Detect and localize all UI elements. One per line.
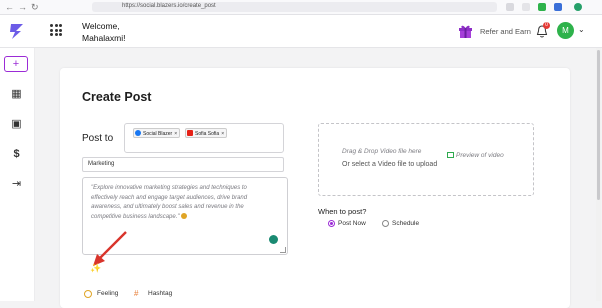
video-dropzone[interactable]: Drag & Drop Video file here Or select a … (318, 123, 534, 196)
resize-handle[interactable] (280, 247, 286, 253)
ai-magic-wand-icon[interactable]: ✨ (90, 263, 101, 274)
topic-input[interactable]: Marketing (82, 157, 284, 172)
extension-icon[interactable] (554, 3, 562, 11)
smiley-icon[interactable] (84, 290, 92, 298)
welcome-user-name: Mahalaxmi! (82, 33, 126, 43)
app-header: Welcome, Mahalaxmi! Refer and Earn 0 M ⌄ (0, 15, 602, 48)
post-now-radio[interactable] (328, 220, 335, 227)
feeling-button[interactable]: Feeling (97, 290, 118, 297)
account-chip-youtube[interactable]: Sofia Sofia × (185, 128, 228, 138)
video-preview: Preview of video (447, 152, 504, 159)
page-scrollbar[interactable] (596, 48, 601, 301)
dropzone-select-link[interactable]: Or select a Video file to upload (342, 161, 437, 168)
refer-and-earn-link[interactable]: Refer and Earn (480, 27, 531, 36)
schedule-radio[interactable] (382, 220, 389, 227)
dashboard-icon[interactable]: ▦ (10, 88, 23, 101)
sidebar: + ▦ ▣ $ ⇥ (0, 48, 35, 301)
grammarly-icon[interactable] (269, 235, 278, 244)
schedule-label[interactable]: Schedule (392, 220, 419, 227)
chevron-down-icon[interactable]: ⌄ (578, 25, 585, 34)
forward-icon[interactable]: → (18, 2, 27, 12)
youtube-icon (187, 130, 193, 136)
dollar-icon[interactable]: $ (10, 148, 23, 161)
post-now-label[interactable]: Post Now (338, 220, 366, 227)
reload-icon[interactable]: ↻ (31, 2, 39, 12)
user-avatar[interactable]: M (557, 22, 574, 39)
pocket-icon[interactable] (522, 3, 530, 11)
calendar-icon[interactable]: ▣ (10, 118, 23, 131)
account-chip-facebook[interactable]: Social Blazer × (133, 128, 181, 138)
post-to-label: Post to (82, 133, 114, 144)
welcome-message: Welcome, Mahalaxmi! (82, 20, 125, 44)
scrollbar-thumb[interactable] (597, 50, 600, 200)
app-logo[interactable] (6, 20, 28, 42)
remove-icon[interactable]: × (174, 131, 177, 137)
logout-icon[interactable]: ⇥ (10, 178, 23, 191)
image-icon (447, 152, 454, 158)
annotation-arrow (93, 231, 127, 266)
apps-grid-icon[interactable] (50, 24, 62, 36)
remove-icon[interactable]: × (221, 131, 224, 137)
post-content-text-body: "Explore innovative marketing strategies… (91, 185, 248, 220)
emoji-icon (181, 212, 188, 219)
create-post-button[interactable]: + (4, 56, 28, 72)
welcome-greeting: Welcome, (82, 21, 120, 31)
hashtag-button[interactable]: Hashtag (148, 290, 172, 297)
extension-icon[interactable] (538, 3, 546, 11)
notification-badge: 0 (543, 22, 550, 29)
back-icon[interactable]: ← (5, 2, 14, 12)
facebook-icon (135, 130, 141, 136)
account-chip-label: Sofia Sofia (195, 131, 220, 137)
address-bar-url: https://social.blazers.io/create_post (122, 3, 216, 9)
browser-toolbar: ← → ↻ https://social.blazers.io/create_p… (0, 0, 602, 15)
account-selector[interactable]: Social Blazer × Sofia Sofia × (124, 123, 284, 153)
video-preview-label: Preview of video (456, 152, 504, 159)
address-bar[interactable]: https://social.blazers.io/create_post (92, 2, 497, 12)
when-to-post-label: When to post? (318, 207, 367, 216)
account-chip-label: Social Blazer (143, 131, 173, 137)
post-content-text: "Explore innovative marketing strategies… (91, 184, 271, 222)
hashtag-icon[interactable]: # (134, 289, 138, 298)
dropzone-hint: Drag & Drop Video file here (342, 148, 422, 155)
page-title: Create Post (82, 90, 152, 104)
gift-icon[interactable] (458, 24, 473, 38)
extension-icon[interactable] (506, 3, 514, 11)
profile-icon[interactable] (574, 3, 582, 11)
